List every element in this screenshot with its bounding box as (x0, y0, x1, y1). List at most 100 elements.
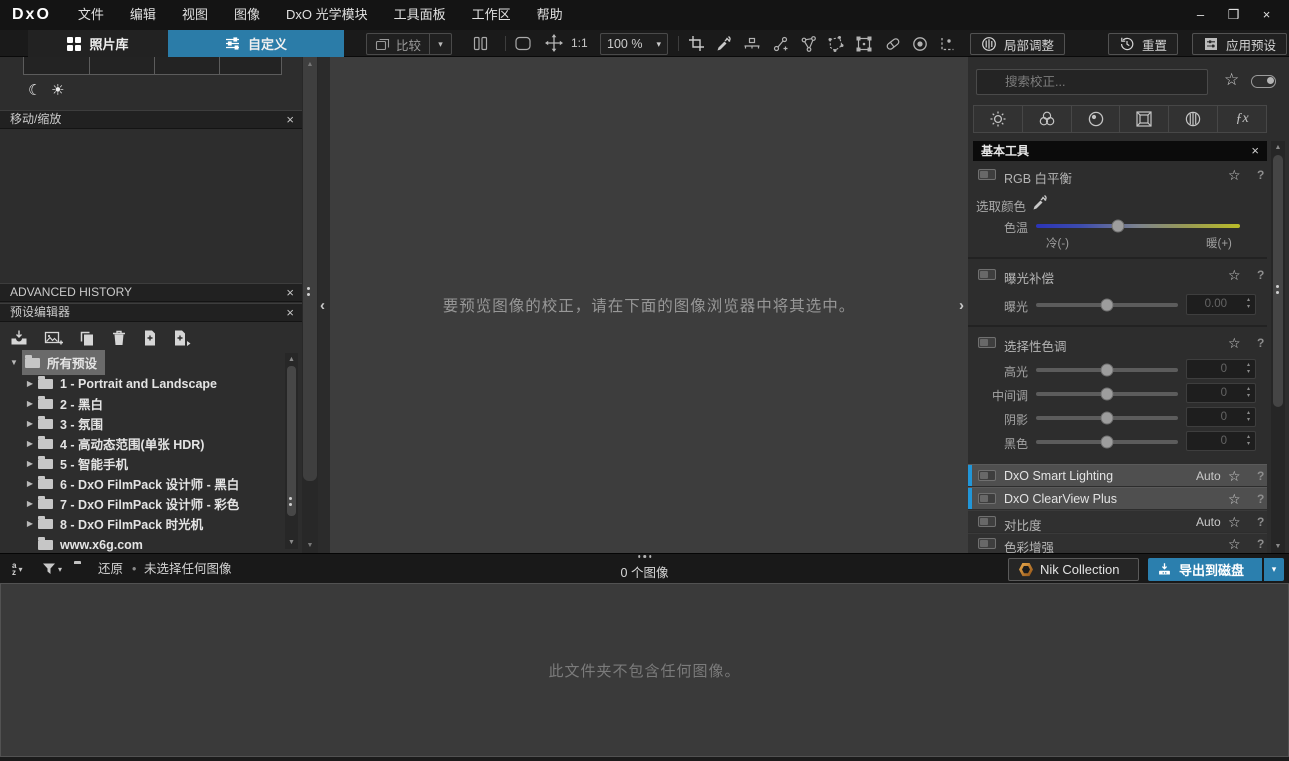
color-enhance-help-icon[interactable]: ? (1257, 537, 1264, 551)
new-preset-from-settings-icon[interactable] (172, 329, 192, 347)
smart-lighting-checkbox[interactable] (978, 470, 996, 481)
scroll-down-icon[interactable]: ▼ (285, 539, 298, 546)
scrollbar-thumb[interactable] (1273, 155, 1283, 407)
scroll-up-icon[interactable]: ▲ (302, 61, 318, 68)
exposure-slider-knob[interactable] (1100, 298, 1114, 312)
preset-folder-row[interactable]: ▶ 8 - DxO FilmPack 时光机 (22, 514, 203, 533)
shadow-clipping-moon-icon[interactable]: ☾ (28, 81, 41, 99)
collapse-right-panel-icon[interactable]: › (959, 297, 964, 314)
left-panel-scrollbar[interactable]: ▲ ▼ (302, 57, 318, 553)
exposure-star-icon[interactable]: ☆ (1228, 267, 1241, 284)
category-geometry-cube-icon[interactable] (1119, 105, 1170, 133)
highlights-slider[interactable] (1036, 363, 1178, 377)
exposure-enable-checkbox[interactable] (978, 269, 996, 280)
pick-color-eyedropper-icon[interactable] (1032, 194, 1049, 211)
selective-tone-help-icon[interactable]: ? (1257, 336, 1264, 350)
collapse-arrow-icon[interactable]: ▼ (6, 358, 22, 367)
active-corrections-toggle[interactable] (1251, 75, 1276, 88)
search-corrections-input[interactable] (976, 69, 1208, 95)
color-enhance-row[interactable]: 色彩增强 ☆ ? (968, 533, 1267, 553)
rgb-wb-enable-checkbox[interactable] (978, 169, 996, 180)
control-points-tool-icon[interactable] (772, 35, 790, 53)
reset-button[interactable]: 重置 (1108, 33, 1179, 55)
contrast-star-icon[interactable]: ☆ (1228, 514, 1241, 531)
fit-screen-icon[interactable] (514, 35, 532, 52)
expand-arrow-icon[interactable]: ▶ (22, 459, 38, 468)
maximize-button[interactable]: ❒ (1217, 0, 1250, 30)
local-adjustments-button[interactable]: 局部调整 (970, 33, 1066, 55)
color-enhance-checkbox[interactable] (978, 538, 996, 549)
zoom-level-select[interactable]: 100 % ▾ (600, 33, 668, 55)
lasso-polygon-tool-icon[interactable] (827, 35, 845, 53)
rgb-wb-help-icon[interactable]: ? (1257, 168, 1264, 182)
advanced-history-close-icon[interactable]: × (286, 284, 294, 301)
menu-workspace[interactable]: 工作区 (459, 0, 524, 30)
horizon-tool-icon[interactable] (743, 35, 761, 52)
selective-tone-enable-checkbox[interactable] (978, 337, 996, 348)
preset-tree-root[interactable]: ▼ 所有预设 (6, 350, 106, 375)
minimize-button[interactable]: – (1184, 0, 1217, 30)
spinner-icons[interactable]: ▴ ▾ (1247, 297, 1250, 311)
apply-preset-button[interactable]: 应用预设 (1192, 33, 1288, 55)
exposure-help-icon[interactable]: ? (1257, 268, 1264, 282)
eraser-repair-tool-icon[interactable] (884, 35, 902, 53)
scrollbar-thumb[interactable] (303, 57, 317, 481)
spinner-icons[interactable]: ▴ ▾ (1247, 386, 1250, 400)
move-pan-icon[interactable] (545, 34, 563, 52)
polygon-tool-icon[interactable] (800, 35, 818, 53)
red-eye-tool-icon[interactable] (911, 35, 929, 53)
preset-folder-row[interactable]: ▶ 2 - 黑白 (22, 394, 103, 413)
preset-folder-row[interactable]: ▶ 7 - DxO FilmPack 设计师 - 彩色 (22, 494, 239, 513)
preset-folder-row[interactable]: ▶ 6 - DxO FilmPack 设计师 - 黑白 (22, 474, 239, 493)
collapse-left-panel-icon[interactable]: ‹ (320, 297, 325, 314)
contrast-row[interactable]: 对比度 Auto ☆ ? (968, 510, 1267, 533)
create-preset-from-image-icon[interactable] (44, 329, 64, 347)
close-button[interactable]: × (1250, 0, 1283, 30)
menu-optics-modules[interactable]: DxO 光学模块 (273, 0, 381, 30)
category-local-adjust-icon[interactable] (1168, 105, 1219, 133)
selective-tone-star-icon[interactable]: ☆ (1228, 335, 1241, 352)
scrollbar-thumb[interactable] (287, 366, 296, 516)
exposure-value-box[interactable]: 0.00 ▴ ▾ (1186, 294, 1256, 315)
preset-folder-row[interactable]: ▶ 5 - 智能手机 (22, 454, 128, 473)
tab-customize[interactable]: 自定义 (168, 30, 344, 57)
one-to-one-zoom[interactable]: 1:1 (571, 30, 588, 57)
expand-arrow-icon[interactable]: ▶ (22, 379, 38, 388)
midtones-value-box[interactable]: 0 ▴ ▾ (1186, 383, 1256, 403)
clearview-star-icon[interactable]: ☆ (1228, 491, 1241, 508)
export-to-disk-button[interactable]: 导出到磁盘 (1148, 558, 1262, 581)
smart-lighting-row[interactable]: DxO Smart Lighting Auto ☆ ? (968, 464, 1267, 486)
favorites-star-icon[interactable]: ☆ (1224, 70, 1239, 90)
import-preset-icon[interactable] (10, 329, 28, 347)
compare-button[interactable]: 比较 (367, 34, 429, 54)
new-preset-icon[interactable] (141, 329, 159, 347)
crop-tool-icon[interactable] (688, 35, 705, 52)
menu-image[interactable]: 图像 (221, 0, 273, 30)
temperature-slider-knob[interactable] (1111, 219, 1125, 233)
preset-editor-close-icon[interactable]: × (286, 304, 294, 321)
nik-collection-button[interactable]: Nik Collection (1008, 558, 1139, 581)
splitter-grip-icon[interactable] (307, 287, 310, 296)
expand-arrow-icon[interactable]: ▶ (22, 419, 38, 428)
right-panel-scrollbar[interactable]: ▲ ▼ (1271, 141, 1285, 553)
midtones-slider[interactable] (1036, 387, 1178, 401)
shadows-slider[interactable] (1036, 411, 1178, 425)
rgb-wb-star-icon[interactable]: ☆ (1228, 167, 1241, 184)
temperature-slider[interactable] (1036, 219, 1240, 233)
category-effects-fx-icon[interactable]: ƒx (1217, 105, 1267, 133)
splitter-grip-icon[interactable] (1276, 285, 1279, 294)
blacks-value-box[interactable]: 0 ▴ ▾ (1186, 431, 1256, 451)
expand-arrow-icon[interactable]: ▶ (22, 479, 38, 488)
split-view-icon[interactable] (472, 35, 489, 52)
category-color-circles-icon[interactable] (1021, 105, 1072, 133)
compare-dropdown-arrow[interactable]: ▾ (429, 34, 451, 54)
spinner-icons[interactable]: ▴ ▾ (1247, 410, 1250, 424)
color-enhance-star-icon[interactable]: ☆ (1228, 536, 1241, 553)
expand-arrow-icon[interactable]: ▶ (22, 439, 38, 448)
category-light-sun-icon[interactable] (973, 105, 1023, 133)
menu-edit[interactable]: 编辑 (117, 0, 169, 30)
scroll-up-icon[interactable]: ▲ (1271, 144, 1285, 151)
midtones-slider-knob[interactable] (1100, 387, 1114, 401)
exposure-slider[interactable] (1036, 298, 1178, 312)
menu-tool-panels[interactable]: 工具面板 (381, 0, 459, 30)
